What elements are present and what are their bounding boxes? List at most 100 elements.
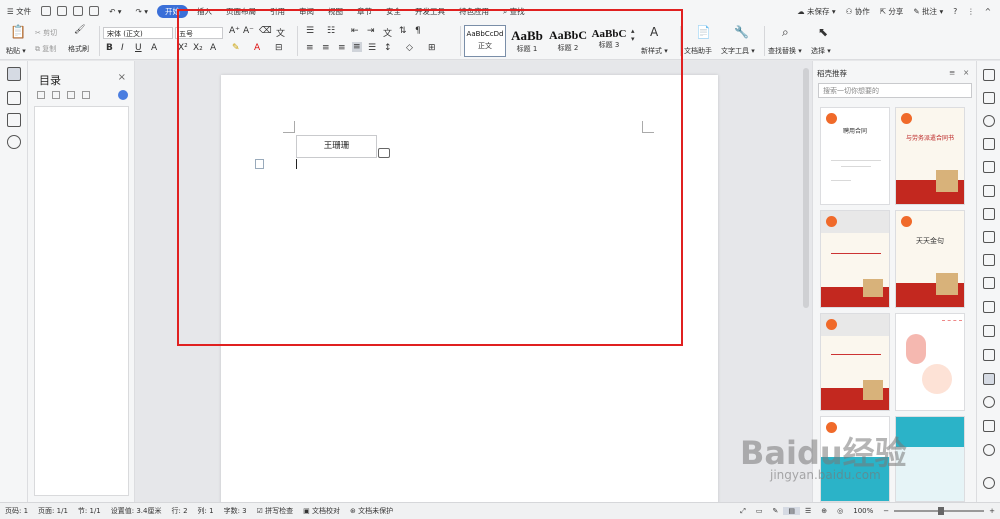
- status-words[interactable]: 字数: 3: [219, 506, 252, 516]
- numbered-list-icon[interactable]: ☷: [327, 26, 335, 36]
- preview-icon[interactable]: [89, 6, 100, 16]
- paragraph-icon[interactable]: [255, 159, 264, 169]
- demote-icon[interactable]: [82, 91, 90, 99]
- page-view-icon[interactable]: ▤: [783, 507, 800, 515]
- outdent-icon[interactable]: ⇤: [351, 26, 359, 36]
- share-button[interactable]: ⇱ 分享: [875, 6, 909, 17]
- print-icon[interactable]: [73, 6, 84, 16]
- new-style-icon[interactable]: A: [650, 25, 658, 39]
- align-left-icon[interactable]: ≡: [306, 43, 314, 53]
- menu-file[interactable]: ☰ 文件: [0, 6, 38, 17]
- sidebar-collapse-icon[interactable]: [983, 420, 995, 432]
- read-mode-icon[interactable]: ▭: [751, 507, 768, 515]
- char-shading-icon[interactable]: ⊟: [275, 43, 283, 53]
- select-button[interactable]: 选择 ▾: [811, 46, 831, 56]
- grow-font-icon[interactable]: A⁺: [229, 26, 240, 36]
- zoom-in-icon[interactable]: +: [984, 507, 1000, 515]
- image-icon[interactable]: [983, 349, 995, 361]
- doc-assistant-button[interactable]: 文档助手: [684, 46, 712, 56]
- font-size-select[interactable]: 五号: [175, 27, 223, 39]
- style-scroll-icon[interactable]: ▴ ▾: [631, 27, 635, 43]
- sort-icon[interactable]: ⇅: [399, 26, 407, 36]
- new-style-button[interactable]: 新样式 ▾: [641, 46, 668, 56]
- template-card[interactable]: 聘用合同: [820, 107, 890, 205]
- unsaved-status[interactable]: ☁ 未保存 ▾: [792, 6, 841, 17]
- name-textbox[interactable]: 王珊珊: [296, 135, 377, 158]
- justify-icon[interactable]: ≡: [352, 42, 362, 52]
- comment-button[interactable]: ✎ 批注 ▾: [908, 6, 948, 17]
- chinese-layout-icon[interactable]: 文: [383, 26, 392, 39]
- bold-icon[interactable]: B: [106, 43, 113, 53]
- paste-options-icon[interactable]: [378, 148, 390, 158]
- save-icon[interactable]: [41, 6, 52, 16]
- bullet-list-icon[interactable]: ☰: [306, 26, 314, 36]
- tab-view[interactable]: 视图: [321, 6, 350, 17]
- find-replace-button[interactable]: 查找替换 ▾: [768, 46, 802, 56]
- superscript-icon[interactable]: X²: [178, 43, 188, 53]
- chat-icon[interactable]: [983, 477, 995, 489]
- write-mode-icon[interactable]: ✎: [767, 507, 783, 515]
- paste-button[interactable]: 粘贴 ▾: [6, 46, 26, 56]
- doc-assistant-icon[interactable]: 📄: [696, 25, 711, 39]
- tab-insert[interactable]: 插入: [190, 6, 219, 17]
- find-icon[interactable]: ⌕: [782, 25, 789, 40]
- help-icon[interactable]: ?: [948, 7, 962, 16]
- eye-care-icon[interactable]: ◎: [832, 507, 848, 515]
- zoom-out-icon[interactable]: −: [878, 507, 894, 515]
- subscript-icon[interactable]: X₂: [193, 43, 203, 53]
- strikethrough-icon[interactable]: A: [151, 43, 157, 53]
- web-view-icon[interactable]: ⊕: [816, 507, 832, 515]
- smart-toc-icon[interactable]: [118, 90, 128, 100]
- shrink-font-icon[interactable]: A⁻: [243, 26, 254, 36]
- align-right-icon[interactable]: ≡: [338, 43, 346, 53]
- search-menu[interactable]: ⌕ 查找: [496, 6, 532, 17]
- tab-page-layout[interactable]: 页面布局: [219, 6, 263, 17]
- template-search-input[interactable]: 搜索一切你想要的: [818, 83, 972, 98]
- align-center-icon[interactable]: ≡: [322, 43, 330, 53]
- undo-icon[interactable]: ↶ ▾: [102, 7, 128, 16]
- clipboard-icon[interactable]: [983, 161, 995, 173]
- document-page[interactable]: 王珊珊: [221, 75, 718, 505]
- tab-review[interactable]: 审阅: [292, 6, 321, 17]
- style-normal[interactable]: AaBbCcDd 正文: [464, 25, 506, 57]
- font-name-select[interactable]: 宋体 (正文): [103, 27, 173, 39]
- tab-home[interactable]: 开始: [156, 4, 188, 18]
- cut-button[interactable]: ✂ 剪切: [35, 28, 57, 38]
- toc-icon[interactable]: [7, 67, 21, 81]
- panel-close-icon[interactable]: ×: [963, 68, 969, 77]
- copy-button[interactable]: ⧉ 复制: [35, 44, 56, 54]
- underline-icon[interactable]: U: [135, 43, 142, 53]
- outline-view-icon[interactable]: ☰: [800, 507, 816, 515]
- find-pane-icon[interactable]: [7, 135, 21, 149]
- redo-icon[interactable]: ↷ ▾: [129, 7, 155, 16]
- shading-icon[interactable]: ◇: [406, 43, 413, 53]
- export-icon[interactable]: [57, 6, 68, 16]
- text-effect-icon[interactable]: A: [210, 43, 216, 53]
- frame-icon[interactable]: [983, 301, 995, 313]
- template-card[interactable]: 与劳务派遣合同书: [895, 107, 965, 205]
- phonetic-icon[interactable]: 文: [276, 26, 285, 39]
- select-icon[interactable]: ⬉: [818, 25, 828, 39]
- line-spacing-icon[interactable]: ↕: [384, 43, 392, 53]
- template-card[interactable]: 天天金句: [895, 210, 965, 308]
- border-icon[interactable]: ⊞: [428, 43, 436, 53]
- tab-section[interactable]: 章节: [350, 6, 379, 17]
- nav-pane-icon[interactable]: [7, 91, 21, 105]
- panel-menu-icon[interactable]: ≡: [949, 68, 955, 77]
- template-card[interactable]: [820, 210, 890, 308]
- close-icon[interactable]: ×: [118, 72, 126, 83]
- template-card[interactable]: [820, 313, 890, 411]
- proofread-button[interactable]: ▣ 文档校对: [298, 506, 345, 516]
- export-pdf-icon[interactable]: [983, 277, 995, 289]
- status-pages[interactable]: 页面: 1/1: [33, 506, 73, 516]
- collapse-icon[interactable]: ^: [980, 7, 996, 16]
- filter-icon[interactable]: [983, 254, 995, 266]
- tab-special[interactable]: 特色应用: [452, 6, 496, 17]
- fullscreen-icon[interactable]: ⤢: [735, 507, 751, 516]
- paste-icon[interactable]: 📋: [10, 25, 26, 40]
- more-icon[interactable]: ⋮: [962, 7, 980, 16]
- distributed-icon[interactable]: ☰: [368, 43, 376, 53]
- help-circle-icon[interactable]: [983, 444, 995, 456]
- font-color-icon[interactable]: A: [254, 43, 260, 53]
- text-tools-icon[interactable]: 🔧: [734, 25, 749, 39]
